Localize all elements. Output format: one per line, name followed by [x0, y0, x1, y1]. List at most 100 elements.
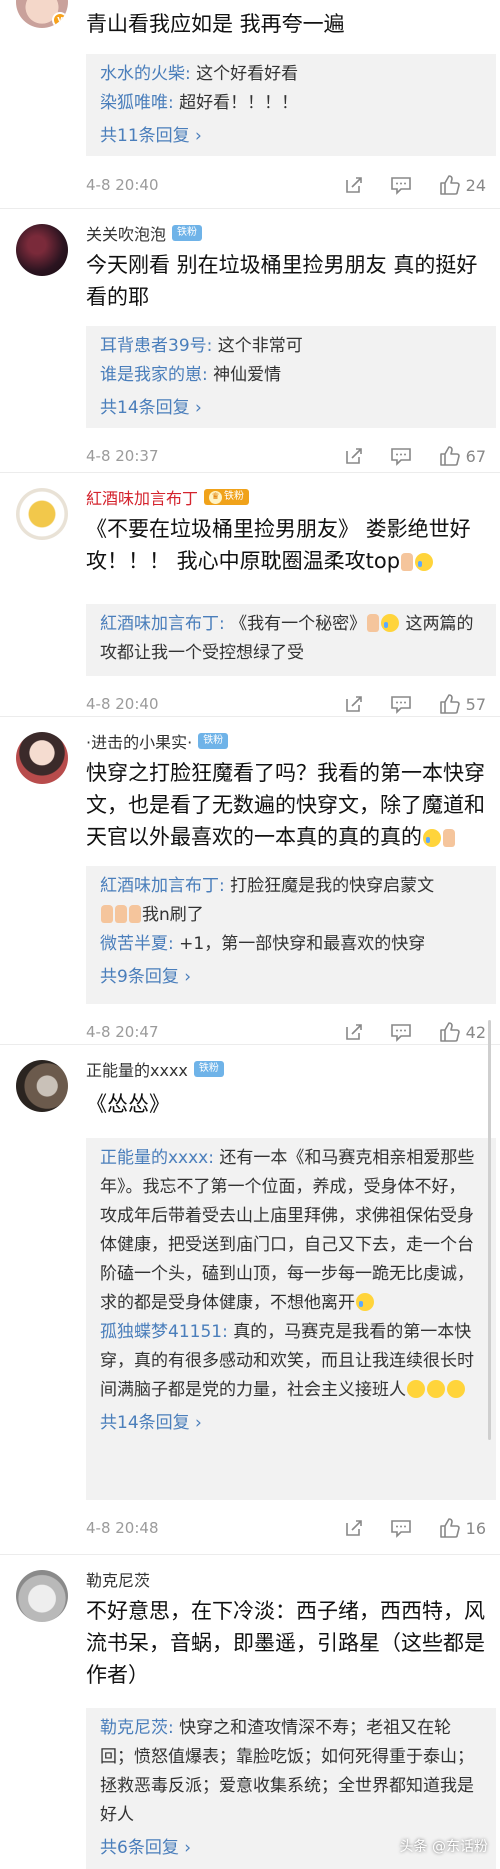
timestamp: 4-8 20:48: [86, 1519, 159, 1537]
username[interactable]: 紅酒味加言布丁: [86, 485, 198, 509]
fan-badge: 铁粉: [193, 1061, 224, 1077]
thumbs-up-emoji-icon: [115, 905, 127, 923]
timestamp: 4-8 20:40: [86, 176, 159, 194]
divider: [0, 208, 500, 209]
thumbs-up-emoji-icon: [101, 905, 113, 923]
like-icon: [439, 1518, 460, 1538]
like-icon: [439, 1022, 460, 1042]
crying-emoji-icon: [356, 1293, 374, 1311]
reply-user[interactable]: 染狐唯唯: [100, 93, 168, 113]
reply-item: 紅酒味加言布丁: 打脸狂魔是我的快穿启蒙文 我n刷了: [100, 876, 435, 925]
crown-icon: ♛: [209, 490, 223, 504]
like-count: 24: [465, 175, 486, 195]
like-button[interactable]: 42: [438, 1021, 486, 1043]
comment-text: 快穿之打脸狂魔看了吗？我看的第一本快穿文，也是看了无数遍的快穿文，除了魔道和天官…: [86, 761, 485, 849]
reply-user[interactable]: 孤独蝶梦41151: [100, 1322, 222, 1342]
timestamp: 4-8 20:37: [86, 447, 159, 465]
avatar[interactable]: [16, 1060, 68, 1112]
comment-icon: [390, 1520, 411, 1538]
thumbs-up-emoji-icon: [443, 829, 455, 847]
share-button[interactable]: [344, 446, 364, 466]
comment-text: 今天刚看 别在垃圾桶里捡男朋友 真的挺好看的耶: [86, 253, 478, 309]
reply-user[interactable]: 正能量的xxxx: [100, 1148, 208, 1168]
like-button[interactable]: 24: [438, 174, 486, 196]
comment-button[interactable]: [390, 1022, 412, 1042]
comment-button[interactable]: [390, 694, 412, 714]
reply-item: 耳背患者39号: 这个非常可: [100, 336, 303, 356]
username[interactable]: 正能量的xxxx: [86, 1057, 188, 1081]
more-replies-link[interactable]: 共14条回复 ›: [100, 394, 482, 423]
comment-button[interactable]: [390, 175, 412, 195]
share-icon: [345, 1024, 362, 1040]
crying-emoji-icon: [415, 553, 434, 571]
comment-icon: [390, 448, 411, 466]
scrollbar[interactable]: [488, 1020, 491, 1440]
share-button[interactable]: [344, 694, 364, 714]
like-icon: [439, 694, 460, 714]
reply-box[interactable]: 正能量的xxxx: 还有一本《和马赛克相亲相爱那些年》。我忘不了第一个位面，养成…: [86, 1138, 496, 1500]
like-button[interactable]: 57: [438, 693, 486, 715]
like-button[interactable]: 16: [438, 1517, 486, 1539]
more-replies-link[interactable]: 共14条回复 ›: [100, 1409, 482, 1438]
thumbs-up-emoji-icon: [129, 905, 141, 923]
timestamp: 4-8 20:40: [86, 695, 159, 713]
thumbs-up-emoji-icon: [367, 614, 380, 632]
share-button[interactable]: [344, 1518, 364, 1538]
divider: [0, 1044, 500, 1045]
comment-meta: 4-8 20:40 57: [86, 692, 486, 716]
reply-box[interactable]: 耳背患者39号: 这个非常可 谁是我家的崽: 神仙爱情 共14条回复 ›: [86, 326, 496, 428]
avatar[interactable]: [16, 1570, 68, 1622]
comment-icon: [390, 1024, 411, 1042]
comment-icon: [390, 696, 411, 714]
username[interactable]: ·进击的小果实·: [86, 729, 192, 753]
share-icon: [345, 1520, 362, 1536]
comment-meta: 4-8 20:47 42: [86, 1020, 486, 1044]
comment-button[interactable]: [390, 1518, 412, 1538]
more-replies-link[interactable]: 共9条回复 ›: [100, 963, 482, 992]
reply-item: 微苦半夏: +1，第一部快穿和最喜欢的快穿: [100, 934, 426, 954]
reply-user[interactable]: 紅酒味加言布丁: [100, 614, 219, 634]
comment-button[interactable]: [390, 446, 412, 466]
reply-user[interactable]: 紅酒味加言布丁: [100, 876, 219, 896]
like-button[interactable]: 67: [438, 445, 486, 467]
username[interactable]: 关关吹泡泡: [86, 221, 166, 245]
comment-text: 不好意思，在下冷淡：西子绪，西西特，风流书呆，音蜗，即墨遥，引路星（这些都是作者…: [86, 1599, 485, 1687]
watermark: 头条 @东话粉: [399, 1839, 488, 1855]
avatar[interactable]: v: [16, 0, 68, 28]
comment-meta: 4-8 20:48 16: [86, 1516, 486, 1540]
reply-user[interactable]: 水水的火柴: [100, 64, 185, 84]
like-icon: [439, 175, 460, 195]
crying-emoji-icon: [381, 614, 400, 632]
reply-item: 勒克尼茨: 快穿之和渣攻情深不寿；老祖又在轮回；愤怒值爆表；靠脸吃饭；如何死得重…: [100, 1718, 474, 1825]
share-button[interactable]: [344, 175, 364, 195]
fan-badge: 铁粉: [172, 225, 203, 241]
reply-item: 紅酒味加言布丁: 《我有一个秘密》 这两篇的攻都让我一个受控想绿了受: [100, 614, 474, 663]
like-count: 57: [465, 694, 486, 714]
like-count: 67: [465, 446, 486, 466]
share-button[interactable]: [344, 1022, 364, 1042]
laughing-emoji-icon: [427, 1380, 445, 1398]
divider: [0, 1554, 500, 1555]
crying-emoji-icon: [423, 829, 441, 847]
reply-item: 染狐唯唯: 超好看！！！！: [100, 93, 299, 113]
comment-icon: [390, 177, 411, 195]
reply-user[interactable]: 微苦半夏: [100, 934, 168, 954]
reply-item: 孤独蝶梦41151: 真的，马赛克是我看的第一本快穿，真的有很多感动和欢笑，而且…: [100, 1322, 474, 1400]
timestamp: 4-8 20:47: [86, 1023, 159, 1041]
reply-box[interactable]: 紅酒味加言布丁: 《我有一个秘密》 这两篇的攻都让我一个受控想绿了受: [86, 604, 496, 676]
reply-box[interactable]: 紅酒味加言布丁: 打脸狂魔是我的快穿启蒙文 我n刷了 微苦半夏: +1，第一部快穿…: [86, 866, 496, 1004]
laughing-emoji-icon: [447, 1380, 465, 1398]
reply-user[interactable]: 谁是我家的崽: [100, 365, 202, 385]
share-icon: [345, 696, 362, 712]
share-icon: [345, 448, 362, 464]
username[interactable]: 勒克尼茨: [86, 1567, 150, 1591]
like-count: 42: [465, 1022, 486, 1042]
reply-box[interactable]: 水水的火柴: 这个好看好看 染狐唯唯: 超好看！！！！ 共11条回复 ›: [86, 54, 496, 156]
reply-user[interactable]: 勒克尼茨: [100, 1718, 168, 1738]
avatar[interactable]: [16, 488, 68, 540]
comment-meta: 4-8 20:37 67: [86, 444, 486, 468]
avatar[interactable]: [16, 224, 68, 276]
avatar[interactable]: [16, 732, 68, 784]
reply-user[interactable]: 耳背患者39号: [100, 336, 207, 356]
more-replies-link[interactable]: 共11条回复 ›: [100, 122, 482, 151]
